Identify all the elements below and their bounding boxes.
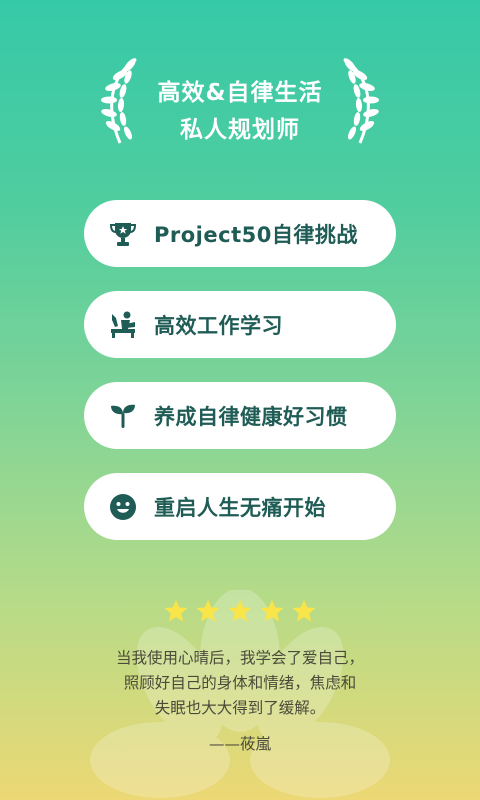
sprout-icon (106, 399, 140, 433)
testimonial-text: 当我使用心晴后，我学会了爱自己， 照顾好自己的身体和情绪，焦虑和 失眠也大大得到… (0, 646, 480, 721)
star-icon (228, 599, 252, 622)
header: 高效&自律生活 私人规划师 (0, 55, 480, 150)
trophy-icon (106, 217, 140, 251)
option-restart[interactable]: 重启人生无痛开始 (84, 473, 396, 540)
option-project50[interactable]: Project50自律挑战 (84, 200, 396, 267)
rating-stars (0, 598, 480, 628)
option-label: 养成自律健康好习惯 (154, 404, 348, 429)
testimonial-line: 失眠也大大得到了缓解。 (154, 699, 326, 717)
star-icon (260, 599, 284, 622)
option-label: Project50自律挑战 (154, 222, 358, 247)
testimonial-line: 照顾好自己的身体和情绪，焦虑和 (123, 674, 357, 692)
testimonial-author: ——莜嵐 (208, 735, 271, 753)
app-title: 高效&自律生活 (157, 80, 323, 106)
app-subtitle: 私人规划师 (180, 117, 300, 143)
star-icon (164, 599, 188, 622)
star-icon (292, 599, 316, 622)
option-label: 高效工作学习 (154, 313, 283, 338)
goal-options: Project50自律挑战 高效工作学习 养成自律健康好习惯 重启人生无痛开始 (84, 200, 396, 564)
option-study[interactable]: 高效工作学习 (84, 291, 396, 358)
option-habits[interactable]: 养成自律健康好习惯 (84, 382, 396, 449)
smile-icon (106, 490, 140, 524)
testimonial-line: 当我使用心晴后，我学会了爱自己， (115, 649, 364, 667)
option-label: 重启人生无痛开始 (154, 495, 326, 520)
star-icon (196, 599, 220, 622)
study-desk-icon (106, 308, 140, 342)
laurel-right-icon (343, 57, 379, 144)
